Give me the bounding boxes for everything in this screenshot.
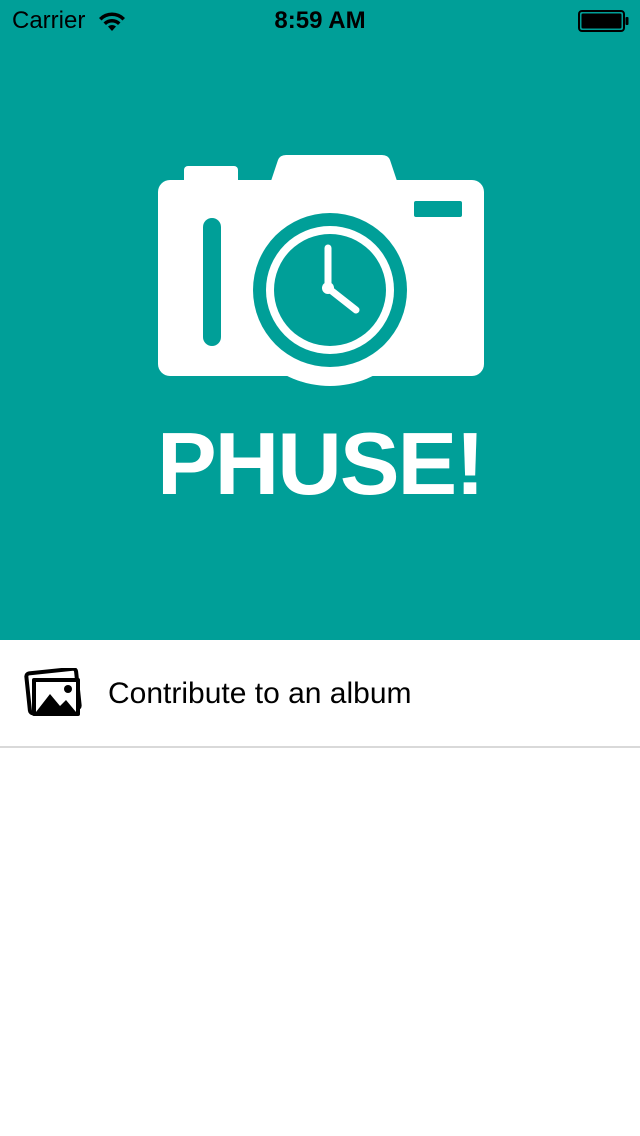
contribute-album-label: Contribute to an album: [108, 677, 412, 710]
hero-banner: Carrier 8:59 AM PHUSE!: [0, 0, 640, 640]
contribute-album-row[interactable]: Contribute to an album: [0, 640, 640, 748]
status-bar: Carrier 8:59 AM: [0, 0, 640, 40]
logo-wordmark: PHUSE!: [157, 414, 483, 508]
status-time: 8:59 AM: [274, 7, 366, 34]
battery-icon: [578, 10, 629, 32]
photo-album-icon: [24, 668, 82, 716]
camera-clock-logo: PHUSE!: [157, 155, 485, 508]
app-screen: Carrier 8:59 AM PHUSE! Contribute to an …: [0, 0, 640, 1136]
